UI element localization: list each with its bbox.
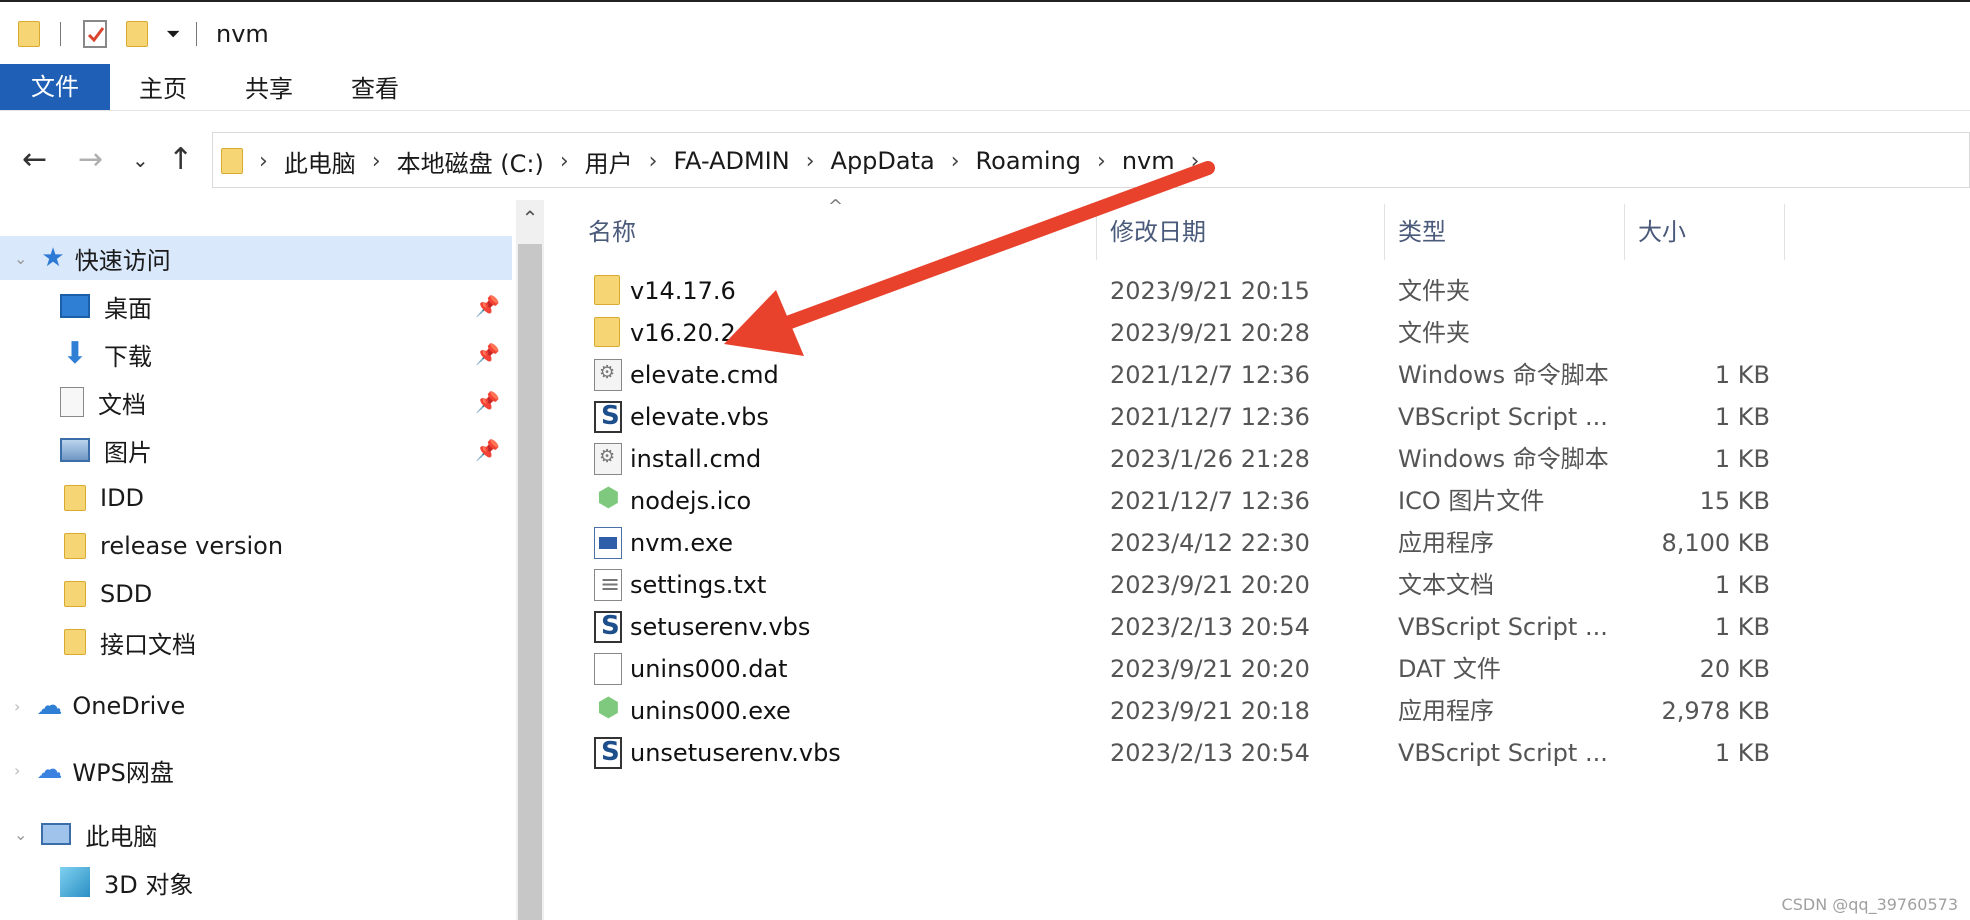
watermark-text: CSDN @qq_39760573 (1781, 895, 1958, 914)
annotation-arrow (724, 161, 1215, 356)
